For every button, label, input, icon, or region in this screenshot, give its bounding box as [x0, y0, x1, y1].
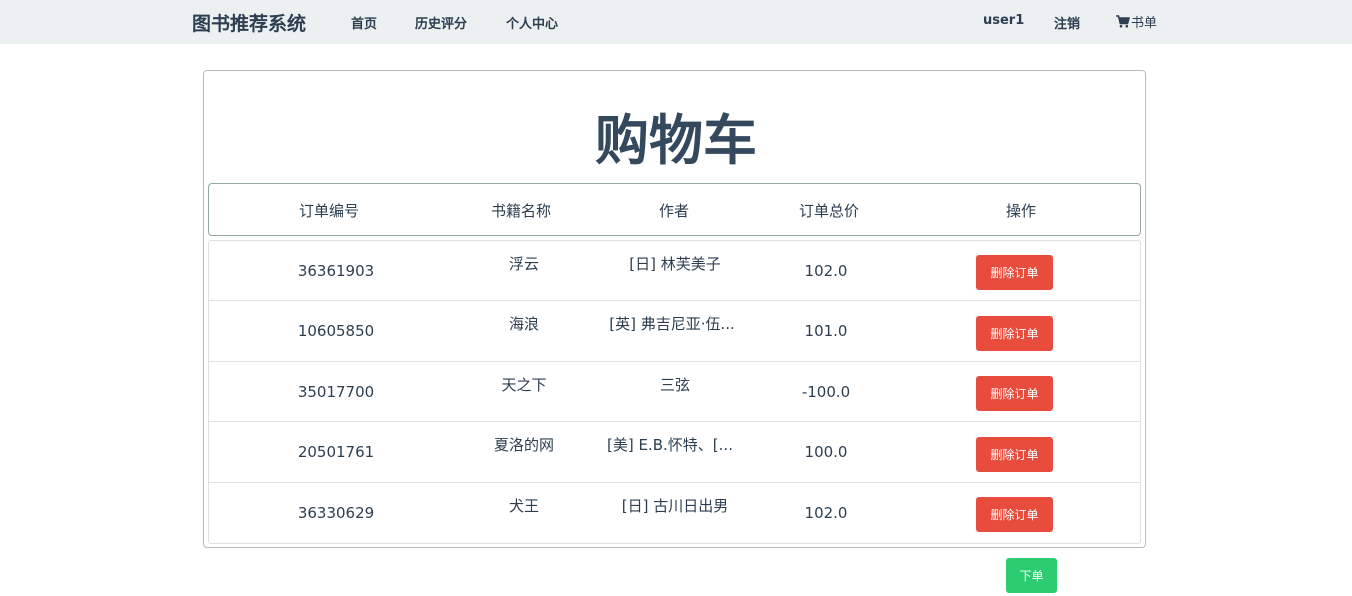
order-id-cell: 35017700: [297, 383, 375, 401]
order-id-cell: 10605850: [297, 322, 375, 340]
order-id-cell: 36361903: [297, 262, 375, 280]
delete-order-button[interactable]: 删除订单: [976, 376, 1053, 411]
book-name-cell: 天之下: [501, 376, 547, 394]
total-price-cell: 102.0: [804, 262, 848, 280]
column-header-total: 订单总价: [798, 202, 860, 220]
column-header-author: 作者: [658, 202, 690, 220]
delete-order-button[interactable]: 删除订单: [976, 437, 1053, 472]
author-cell: [日] 古川日出男: [621, 497, 729, 515]
page-title: 购物车: [595, 109, 757, 172]
author-cell: [英] 弗吉尼亚·伍...: [609, 315, 735, 333]
cart-icon: [1116, 15, 1130, 28]
order-id-cell: 36330629: [297, 504, 375, 522]
book-name-cell: 犬王: [508, 497, 540, 515]
nav-cart[interactable]: 书单: [1116, 12, 1157, 31]
nav-cart-label: 书单: [1131, 16, 1158, 31]
nav-logout[interactable]: 注销: [1054, 13, 1080, 32]
total-price-cell: 102.0: [804, 504, 848, 522]
delete-order-button[interactable]: 删除订单: [976, 255, 1053, 290]
place-order-button[interactable]: 下单: [1006, 558, 1057, 593]
column-header-book: 书籍名称: [490, 202, 552, 220]
total-price-cell: 100.0: [804, 443, 848, 461]
nav-rating-history[interactable]: 历史评分: [415, 13, 467, 32]
brand-title[interactable]: 图书推荐系统: [192, 9, 306, 36]
total-price-cell: 101.0: [804, 322, 848, 340]
total-price-cell: -100.0: [801, 383, 851, 401]
nav-username[interactable]: user1: [983, 13, 1024, 28]
author-cell: [日] 林芙美子: [629, 255, 721, 273]
book-name-cell: 浮云: [508, 255, 540, 273]
order-id-cell: 20501761: [297, 443, 375, 461]
author-cell: 三弦: [659, 376, 691, 394]
book-name-cell: 海浪: [508, 315, 540, 333]
column-header-action: 操作: [1005, 202, 1037, 220]
delete-order-button[interactable]: 删除订单: [976, 316, 1053, 351]
nav-home[interactable]: 首页: [351, 13, 377, 32]
nav-profile[interactable]: 个人中心: [506, 13, 558, 32]
author-cell: [美] E.B.怀特、[...: [607, 436, 733, 454]
column-header-order-id: 订单编号: [298, 202, 360, 220]
book-name-cell: 夏洛的网: [493, 436, 555, 454]
top-navbar: 图书推荐系统 首页 历史评分 个人中心 user1 注销 书单: [0, 0, 1352, 44]
delete-order-button[interactable]: 删除订单: [976, 497, 1053, 532]
